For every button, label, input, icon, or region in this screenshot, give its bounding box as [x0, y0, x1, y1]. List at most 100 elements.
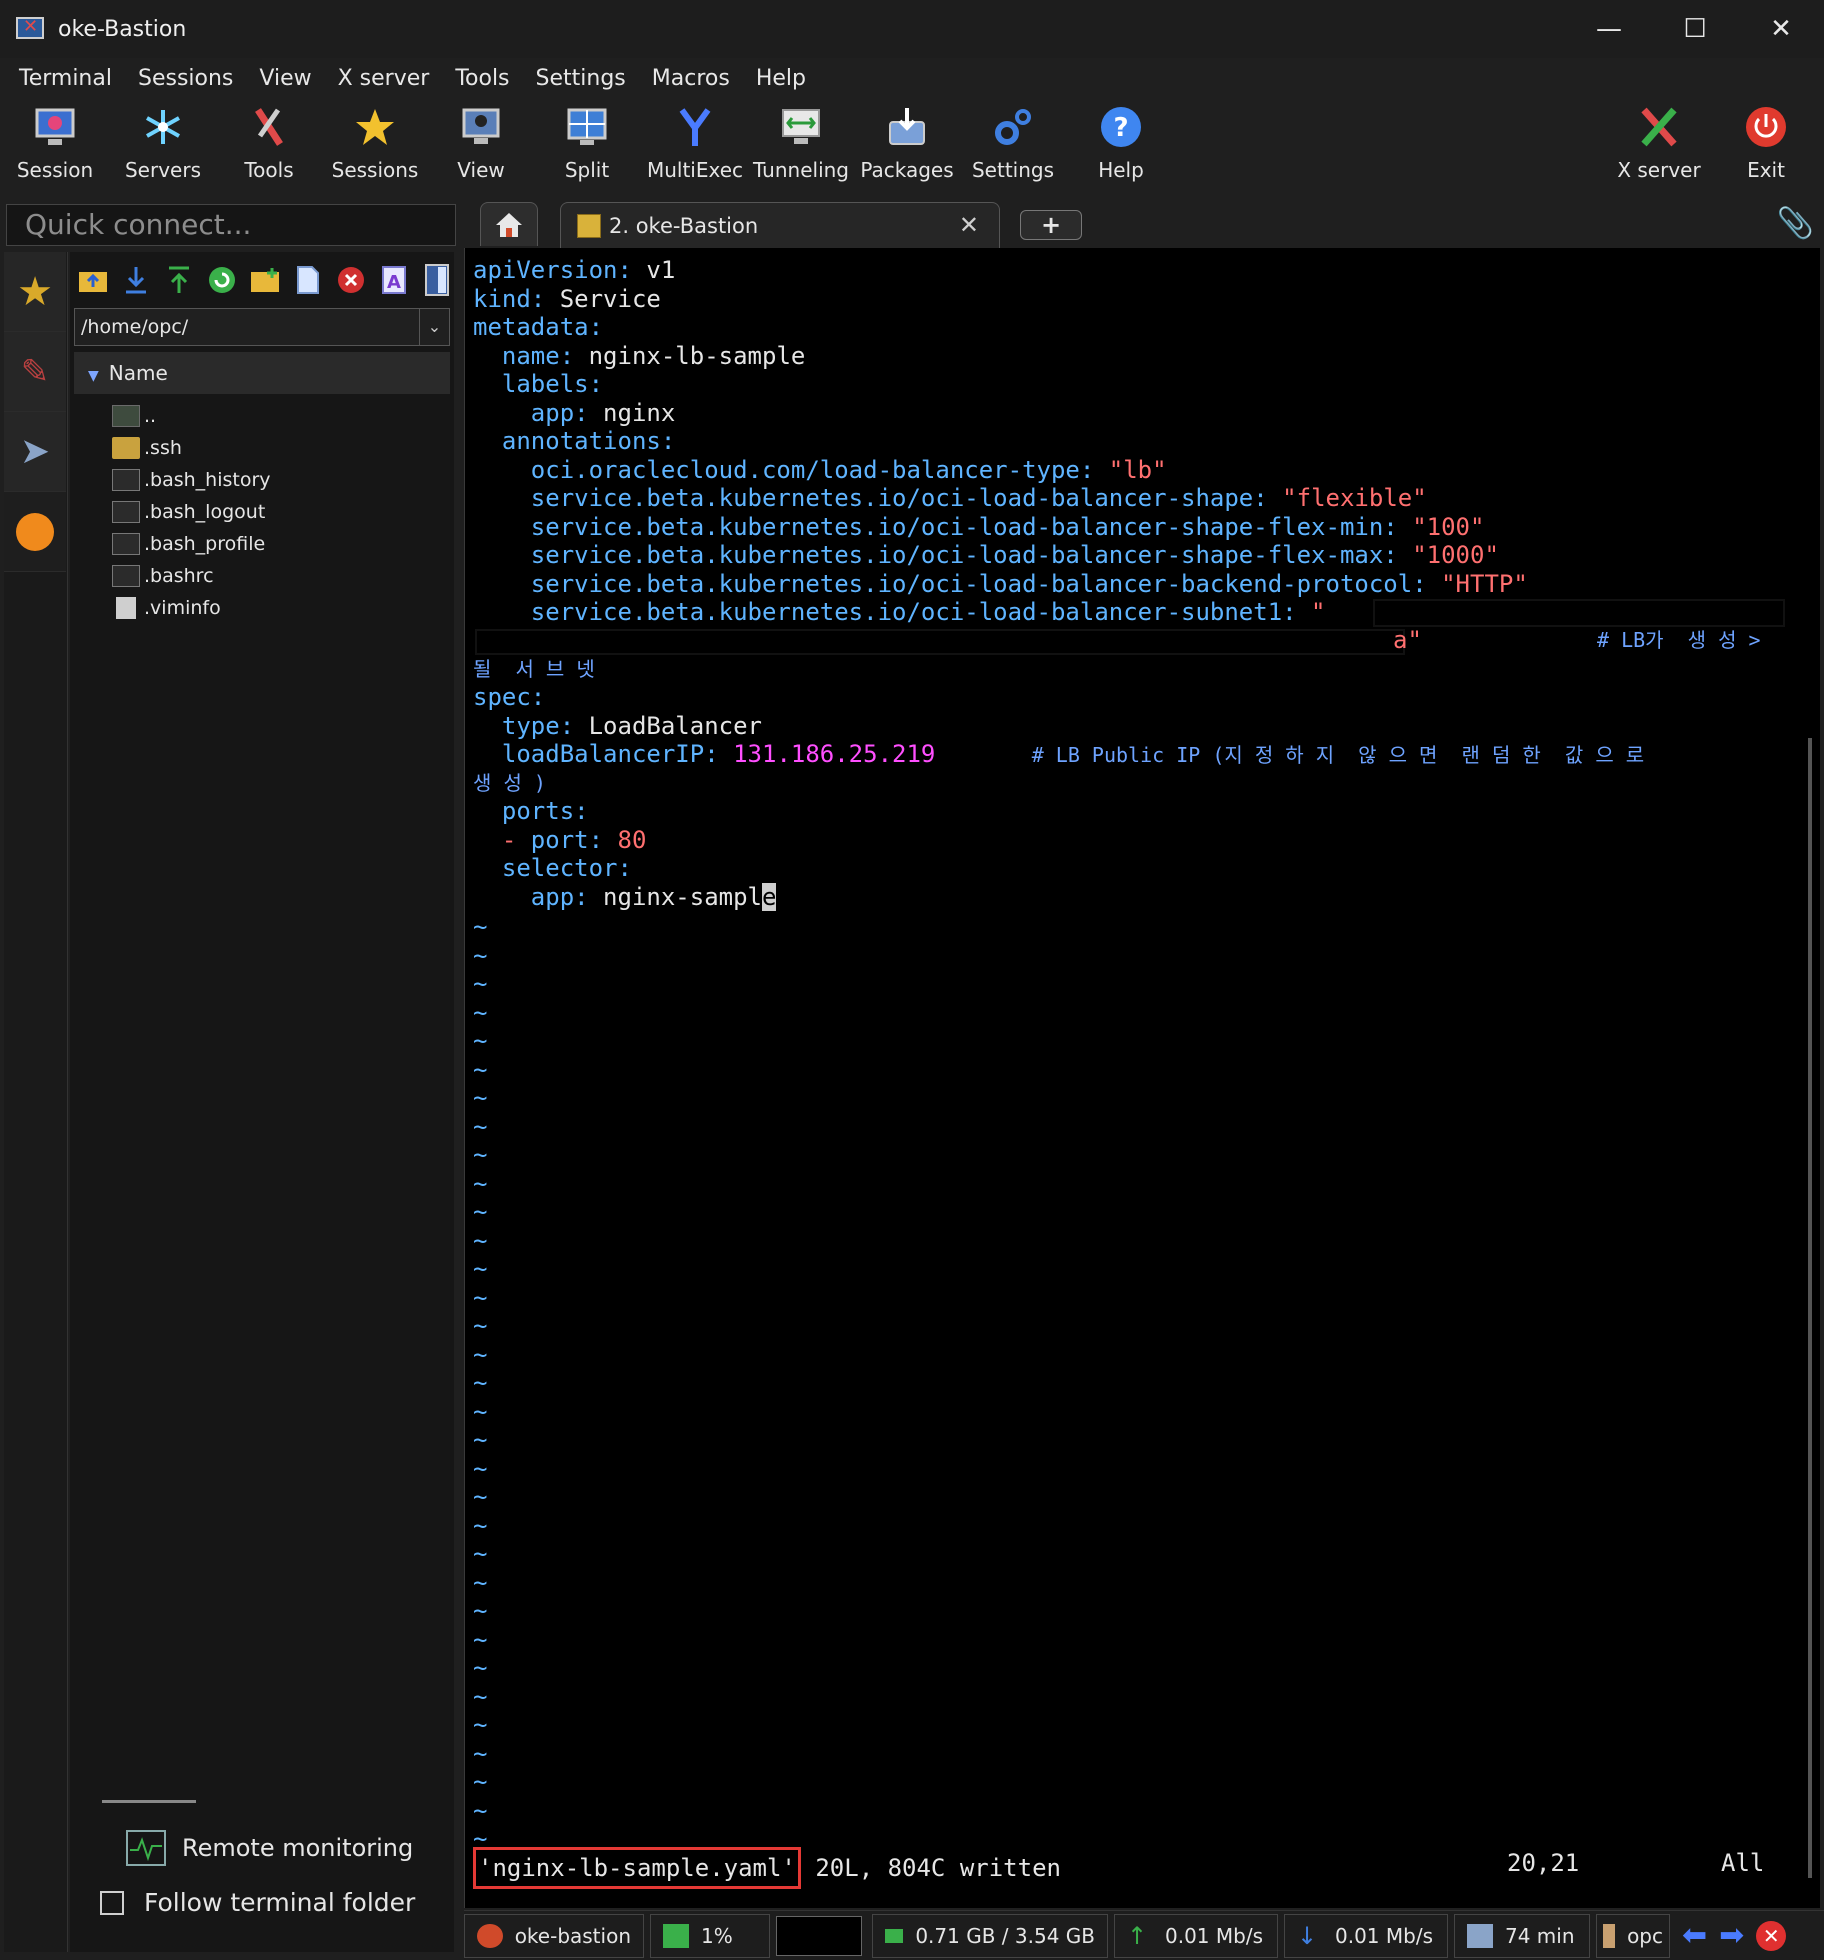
minimize-button[interactable]: —: [1566, 0, 1652, 58]
session-icon: [477, 1923, 503, 1948]
menu-tools[interactable]: Tools: [442, 66, 522, 91]
menu-sessions[interactable]: Sessions: [125, 66, 246, 91]
tilde-marker: ~: [473, 1084, 488, 1112]
upload-icon[interactable]: [162, 263, 195, 297]
side-tools-tab[interactable]: ✎: [4, 332, 66, 412]
side-macros-tab[interactable]: ➤: [4, 412, 66, 492]
terminal-line: labels:: [473, 370, 604, 398]
toggle-panel-icon[interactable]: [421, 263, 454, 297]
refresh-icon[interactable]: [205, 263, 238, 297]
terminal-line: annotations:: [473, 427, 676, 455]
sftp-path-field[interactable]: /home/opc/ ⌄: [74, 308, 450, 346]
chevron-down-icon[interactable]: ⌄: [419, 309, 449, 345]
close-status-icon[interactable]: ✕: [1756, 1920, 1787, 1951]
new-folder-icon[interactable]: [248, 263, 281, 297]
column-header-name[interactable]: ▼ Name: [74, 352, 450, 394]
close-tab-icon[interactable]: ✕: [959, 211, 979, 239]
menu-view[interactable]: View: [246, 66, 324, 91]
tilde-marker: ~: [473, 1027, 488, 1055]
toolbar-help-button[interactable]: ? Help: [1068, 98, 1174, 194]
list-item[interactable]: .bash_profile: [70, 528, 454, 560]
arrow-left-icon[interactable]: ⬅: [1682, 1918, 1707, 1953]
new-tab-button[interactable]: +: [1020, 210, 1082, 240]
tab-oke-bastion[interactable]: 2. oke-Bastion ✕: [560, 202, 1000, 248]
list-item[interactable]: .bash_history: [70, 464, 454, 496]
menu-terminal[interactable]: Terminal: [6, 66, 125, 91]
toolbar-servers-button[interactable]: Servers: [110, 98, 216, 194]
memory-icon: [885, 1928, 904, 1943]
toolbar-x-server-button[interactable]: X server: [1606, 98, 1712, 194]
sftp-toolbar: A: [70, 252, 454, 308]
tunneling-icon: [778, 104, 824, 150]
filename-highlight: 'nginx-lb-sample.yaml': [473, 1847, 801, 1889]
toolbar-sessions-button[interactable]: Sessions: [322, 98, 428, 194]
list-item[interactable]: .viminfo: [70, 592, 454, 624]
rename-icon[interactable]: A: [378, 263, 411, 297]
tilde-marker: ~: [473, 1426, 488, 1454]
cursor-position: 20,21: [1507, 1849, 1580, 1877]
paperclip-icon[interactable]: 📎: [1777, 206, 1814, 241]
arrow-right-icon[interactable]: ➡: [1719, 1918, 1744, 1953]
servers-icon: [140, 104, 186, 150]
quick-connect-input[interactable]: Quick connect...: [6, 204, 456, 246]
delete-icon[interactable]: [335, 263, 368, 297]
tilde-marker: ~: [473, 1711, 488, 1739]
toolbar-multiexec-button[interactable]: MultiExec: [642, 98, 748, 194]
menu-settings[interactable]: Settings: [523, 66, 639, 91]
redacted-block: [1373, 599, 1785, 627]
sort-triangle-icon: ▼: [88, 368, 99, 384]
maximize-button[interactable]: ☐: [1652, 0, 1738, 58]
menu-x-server[interactable]: X server: [325, 66, 443, 91]
terminal-area[interactable]: apiVersion: v1 kind: Service metadata: n…: [464, 248, 1820, 1908]
session-icon: [32, 104, 78, 150]
menu-help[interactable]: Help: [743, 66, 819, 91]
list-item[interactable]: .bashrc: [70, 560, 454, 592]
toolbar-exit-button[interactable]: Exit: [1713, 98, 1819, 194]
toolbar-session-button[interactable]: Session: [2, 98, 108, 194]
title-bar: ✕ oke-Bastion — ☐ ✕: [0, 0, 1824, 58]
side-sftp-tab[interactable]: [4, 492, 66, 572]
download-icon[interactable]: [119, 263, 152, 297]
toolbar-view-button[interactable]: View: [428, 98, 534, 194]
list-item[interactable]: .ssh: [70, 432, 454, 464]
vim-status-line: 'nginx-lb-sample.yaml' 20L, 804C written: [473, 1847, 1061, 1889]
toolbar-settings-button[interactable]: Settings: [960, 98, 1066, 194]
tilde-marker: ~: [473, 1340, 488, 1369]
file-icon: [112, 533, 140, 555]
toolbar-split-button[interactable]: Split: [534, 98, 640, 194]
status-uptime: 74 min: [1454, 1913, 1590, 1958]
terminal-line: spec:: [473, 683, 546, 711]
text-cursor: e: [761, 883, 777, 911]
folder-icon: [112, 437, 140, 459]
window-title: oke-Bastion: [58, 16, 187, 42]
x-server-icon: [1636, 104, 1682, 150]
remote-monitoring-button[interactable]: Remote monitoring: [126, 1830, 413, 1866]
list-item[interactable]: ..: [70, 400, 454, 432]
terminal-comment: 생 성 ): [473, 771, 546, 795]
terminal-scrollbar[interactable]: [1808, 738, 1812, 1878]
status-session[interactable]: oke-bastion: [464, 1913, 644, 1958]
tilde-marker: ~: [473, 1454, 488, 1483]
follow-terminal-folder-checkbox[interactable]: Follow terminal folder: [100, 1888, 415, 1917]
close-window-button[interactable]: ✕: [1738, 0, 1824, 58]
side-sessions-tab[interactable]: ★: [4, 252, 66, 332]
terminal-line: a": [1393, 626, 1422, 654]
toolbar-tools-button[interactable]: Tools: [216, 98, 322, 194]
parent-folder-icon[interactable]: [76, 263, 109, 297]
status-user: opc: [1596, 1913, 1670, 1958]
tilde-marker: ~: [473, 1540, 488, 1568]
tools-icon: [246, 104, 292, 150]
power-icon: [1743, 104, 1789, 150]
new-file-icon[interactable]: [292, 263, 325, 297]
toolbar-packages-button[interactable]: Packages: [854, 98, 960, 194]
tab-home[interactable]: [480, 202, 538, 246]
tilde-marker: ~: [473, 1768, 488, 1796]
toolbar-tunneling-button[interactable]: Tunneling: [748, 98, 854, 194]
menu-bar: Terminal Sessions View X server Tools Se…: [0, 58, 1824, 98]
scroll-indicator: All: [1721, 1849, 1765, 1877]
panel-splitter[interactable]: [102, 1800, 196, 1803]
tilde-marker: ~: [473, 1112, 488, 1141]
list-item[interactable]: .bash_logout: [70, 496, 454, 528]
menu-macros[interactable]: Macros: [639, 66, 743, 91]
tilde-marker: ~: [473, 1312, 488, 1340]
